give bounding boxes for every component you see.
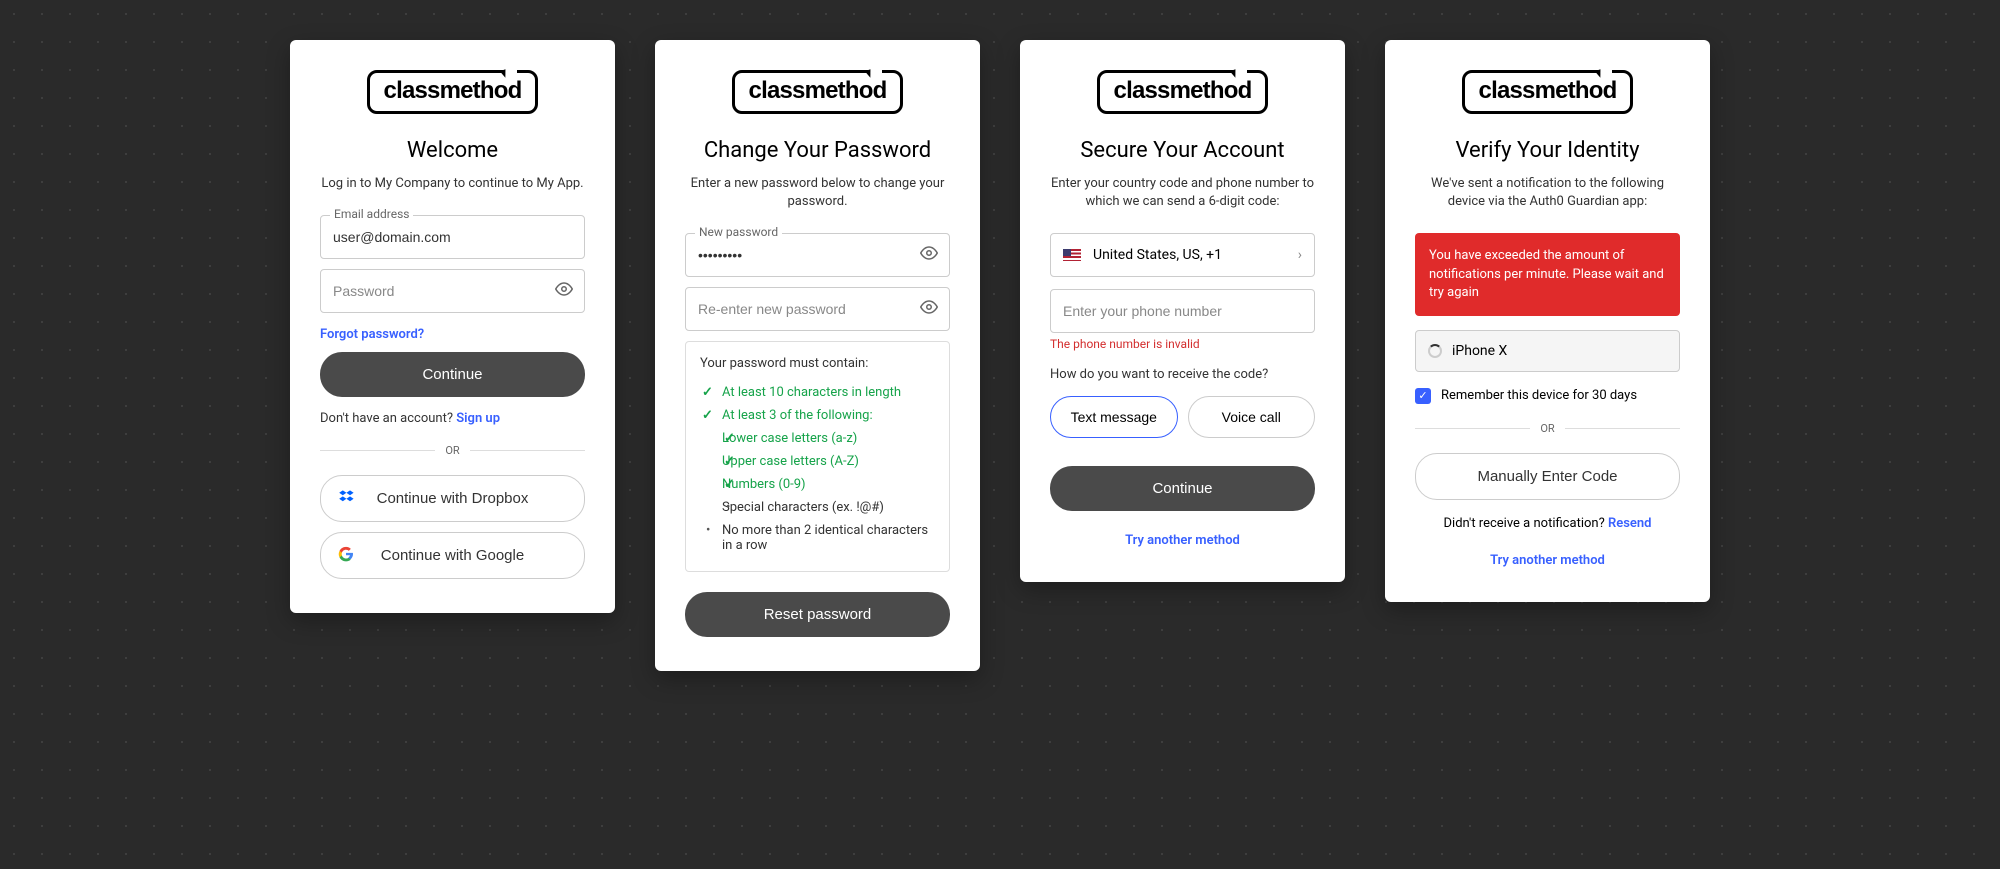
password-input[interactable] <box>320 269 585 313</box>
login-subtitle: Log in to My Company to continue to My A… <box>320 175 585 193</box>
manually-enter-code-button[interactable]: Manually Enter Code <box>1415 453 1680 500</box>
brand-logo: classmethod <box>1415 70 1680 114</box>
spinner-icon <box>1428 344 1442 358</box>
change-pw-title: Change Your Password <box>685 138 950 163</box>
country-select[interactable]: United States, US, +1 › <box>1050 233 1315 277</box>
remember-device-row[interactable]: ✓ Remember this device for 30 days <box>1415 388 1680 404</box>
rule-special: Special characters (ex. !@#) <box>700 496 935 519</box>
new-password-label: New password <box>695 225 782 239</box>
secure-subtitle: Enter your country code and phone number… <box>1050 175 1315 211</box>
reenter-password-input[interactable] <box>685 287 950 331</box>
continue-button[interactable]: Continue <box>1050 466 1315 511</box>
voice-call-button[interactable]: Voice call <box>1188 396 1316 438</box>
change-password-card: classmethod Change Your Password Enter a… <box>655 40 980 671</box>
rule-numbers: Numbers (0-9) <box>700 473 935 496</box>
brand-logo: classmethod <box>320 70 585 114</box>
reset-password-button[interactable]: Reset password <box>685 592 950 637</box>
signup-link[interactable]: Sign up <box>456 411 500 426</box>
remember-checkbox[interactable]: ✓ <box>1415 388 1431 404</box>
signup-prompt: Don't have an account? Sign up <box>320 411 585 426</box>
rule-identical: No more than 2 identical characters in a… <box>700 519 935 557</box>
try-another-method-link[interactable]: Try another method <box>1125 533 1240 548</box>
continue-button[interactable]: Continue <box>320 352 585 397</box>
verify-subtitle: We've sent a notification to the followi… <box>1415 175 1680 211</box>
continue-dropbox-button[interactable]: Continue with Dropbox <box>320 475 585 522</box>
verify-identity-card: classmethod Verify Your Identity We've s… <box>1385 40 1710 602</box>
dropbox-icon <box>338 488 356 510</box>
phone-error: The phone number is invalid <box>1050 337 1315 351</box>
eye-icon[interactable] <box>555 280 573 302</box>
phone-input[interactable] <box>1050 289 1315 333</box>
or-separator: OR <box>320 444 585 457</box>
receive-code-question: How do you want to receive the code? <box>1050 367 1315 382</box>
resend-link[interactable]: Resend <box>1608 516 1652 531</box>
brand-logo: classmethod <box>1050 70 1315 114</box>
eye-icon[interactable] <box>920 244 938 266</box>
secure-account-card: classmethod Secure Your Account Enter yo… <box>1020 40 1345 582</box>
chevron-right-icon: › <box>1298 247 1302 263</box>
verify-title: Verify Your Identity <box>1415 138 1680 163</box>
forgot-password-link[interactable]: Forgot password? <box>320 327 424 342</box>
device-box: iPhone X <box>1415 330 1680 372</box>
password-rules: Your password must contain: At least 10 … <box>685 341 950 572</box>
brand-logo: classmethod <box>685 70 950 114</box>
try-another-method-link[interactable]: Try another method <box>1490 553 1605 568</box>
rule-three-of: At least 3 of the following: <box>700 404 935 427</box>
text-message-button[interactable]: Text message <box>1050 396 1178 438</box>
resend-row: Didn't receive a notification? Resend <box>1415 516 1680 531</box>
rule-uppercase: Upper case letters (A-Z) <box>700 450 935 473</box>
eye-icon[interactable] <box>920 298 938 320</box>
rule-length: At least 10 characters in length <box>700 381 935 404</box>
secure-title: Secure Your Account <box>1050 138 1315 163</box>
change-pw-subtitle: Enter a new password below to change you… <box>685 175 950 211</box>
rate-limit-alert: You have exceeded the amount of notifica… <box>1415 233 1680 316</box>
or-separator: OR <box>1415 422 1680 435</box>
email-label: Email address <box>330 207 413 221</box>
new-password-input[interactable] <box>685 233 950 277</box>
rule-lowercase: Lower case letters (a-z) <box>700 427 935 450</box>
email-input[interactable] <box>320 215 585 259</box>
us-flag-icon <box>1063 249 1081 261</box>
continue-google-button[interactable]: Continue with Google <box>320 532 585 579</box>
login-title: Welcome <box>320 138 585 163</box>
google-icon <box>338 546 354 566</box>
login-card: classmethod Welcome Log in to My Company… <box>290 40 615 613</box>
